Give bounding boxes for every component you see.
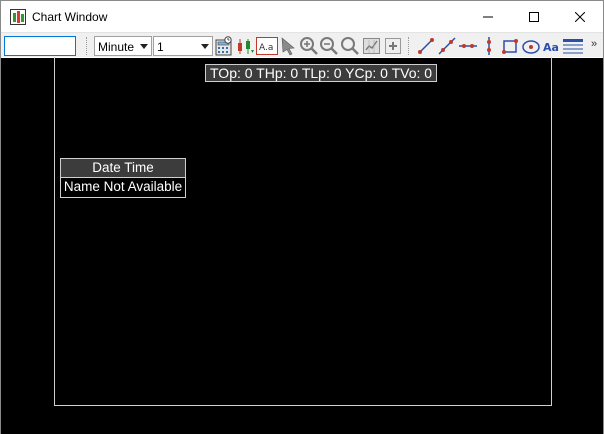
timeframe-select[interactable]: Minute — [94, 36, 152, 56]
trend-line-icon[interactable] — [416, 36, 436, 56]
text-font-icon[interactable]: A.a — [256, 36, 278, 56]
chevron-down-icon — [201, 44, 209, 49]
svg-text:A.a: A.a — [259, 43, 273, 53]
timeframe-value: Minute — [98, 40, 135, 54]
minimize-button[interactable] — [465, 1, 511, 32]
chart-properties-icon[interactable] — [562, 36, 584, 56]
toolbar-grip[interactable] — [408, 37, 410, 55]
price-info-box: TOp: 0 THp: 0 TLp: 0 YCp: 0 TVo: 0 — [205, 64, 438, 82]
toolbar-overflow-button[interactable]: » — [591, 38, 597, 50]
chart-grid-icon[interactable] — [362, 36, 382, 56]
window-title: Chart Window — [32, 10, 108, 24]
zoom-out-icon[interactable] — [319, 36, 339, 56]
chart-canvas[interactable]: TOp: 0 THp: 0 TLp: 0 YCp: 0 TVo: 0 Date … — [1, 57, 603, 434]
legend-header: Date Time — [61, 159, 185, 178]
symbol-input[interactable] — [4, 36, 76, 56]
plot-frame — [54, 57, 552, 406]
ray-line-icon[interactable] — [437, 36, 457, 56]
zoom-fit-icon[interactable] — [340, 36, 360, 56]
interval-select[interactable]: 1 — [153, 36, 213, 56]
legend-name: Name Not Available — [63, 179, 183, 194]
chevron-down-icon — [140, 44, 148, 49]
toolbar-grip[interactable] — [86, 37, 88, 55]
zoom-in-icon[interactable] — [299, 36, 319, 56]
horizontal-line-icon[interactable] — [458, 36, 478, 56]
minimize-icon — [483, 16, 493, 17]
close-icon — [575, 11, 585, 22]
ellipse-icon[interactable] — [521, 36, 541, 56]
pointer-arrow-icon[interactable] — [279, 36, 299, 56]
add-icon[interactable] — [383, 36, 403, 56]
calculator-icon[interactable] — [214, 36, 234, 56]
candle-up-down-icon[interactable] — [235, 36, 255, 56]
candlestick-app-icon — [10, 9, 26, 25]
interval-value: 1 — [157, 40, 164, 54]
legend-box: Date Time Name Not Available — [60, 158, 186, 198]
chart-toolbar: Minute 1 A.a Aa » — [1, 32, 603, 57]
svg-text:Aa: Aa — [543, 41, 559, 54]
chart-window: Chart Window Minute 1 A.a Aa » TOp: 0 TH… — [0, 0, 604, 434]
title-bar[interactable]: Chart Window — [1, 1, 603, 32]
close-button[interactable] — [557, 1, 603, 32]
vertical-line-icon[interactable] — [479, 36, 499, 56]
maximize-button[interactable] — [511, 1, 557, 32]
maximize-icon — [529, 11, 539, 22]
rectangle-icon[interactable] — [500, 36, 520, 56]
text-annotation-icon[interactable]: Aa — [542, 36, 562, 56]
